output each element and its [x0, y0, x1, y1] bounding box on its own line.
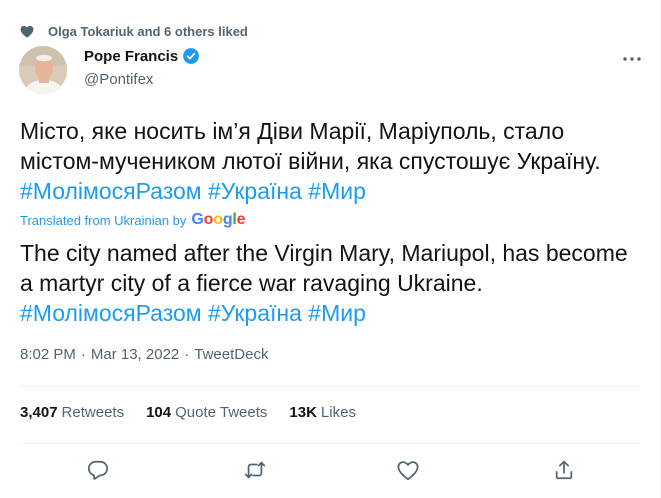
tweet-text-original: Місто, яке носить ім’я Діви Марії, Маріу… [20, 116, 638, 206]
retweets-count: 3,407 [20, 404, 58, 421]
likes-stat[interactable]: 13K Likes [289, 404, 356, 421]
share-icon[interactable] [550, 456, 578, 484]
tweet-meta: 8:02 PM · Mar 13, 2022 · TweetDeck [20, 346, 268, 363]
social-context[interactable]: Olga Tokariuk and 6 others liked [20, 21, 248, 41]
author-name[interactable]: Pope Francis [84, 48, 178, 65]
likes-label: Likes [320, 404, 356, 421]
hashtag-link[interactable]: #Мир [308, 300, 366, 326]
meta-separator: · [80, 346, 86, 363]
hashtag-link[interactable]: #МолімосяРазом [20, 178, 202, 204]
hashtag-link[interactable]: #Мир [308, 178, 366, 204]
tweet-actions [0, 456, 661, 484]
avatar[interactable] [19, 46, 67, 94]
heart-icon [20, 24, 34, 38]
reply-icon[interactable] [84, 456, 112, 484]
tweet-source[interactable]: TweetDeck [194, 346, 268, 363]
hashtag-link[interactable]: #МолімосяРазом [20, 300, 202, 326]
tweet-date[interactable]: Mar 13, 2022 [91, 346, 179, 363]
author-handle[interactable]: @Pontifex [84, 71, 153, 88]
author-name-row[interactable]: Pope Francis [84, 47, 200, 65]
tweet-body-translated: The city named after the Virgin Mary, Ma… [20, 240, 628, 296]
hashtag-link[interactable]: #Україна [208, 178, 302, 204]
translation-attribution[interactable]: Translated from Ukrainian by Google [20, 210, 246, 230]
like-icon[interactable] [394, 456, 422, 484]
retweets-stat[interactable]: 3,407 Retweets [20, 404, 124, 421]
quote-tweets-count: 104 [146, 404, 172, 421]
divider [20, 386, 640, 387]
retweet-icon[interactable] [241, 456, 269, 484]
verified-badge-icon [182, 47, 200, 65]
more-options-icon[interactable] [623, 50, 641, 68]
hashtag-link[interactable]: #Україна [208, 300, 302, 326]
tweet-time[interactable]: 8:02 PM [20, 346, 76, 363]
quote-tweets-label: Quote Tweets [175, 404, 268, 421]
social-context-text: Olga Tokariuk and 6 others liked [48, 23, 248, 39]
meta-separator: · [184, 346, 190, 363]
quote-tweets-stat[interactable]: 104 Quote Tweets [146, 404, 267, 421]
divider [20, 443, 640, 444]
tweet-stats: 3,407 Retweets 104 Quote Tweets 13K Like… [20, 404, 378, 421]
retweets-label: Retweets [61, 404, 125, 421]
tweet-text-translated: The city named after the Virgin Mary, Ma… [20, 238, 638, 328]
tweet-body-original: Місто, яке носить ім’я Діви Марії, Маріу… [20, 118, 601, 174]
likes-count: 13K [289, 404, 317, 421]
google-logo: Google [191, 211, 246, 228]
translation-label: Translated from Ukrainian by [20, 212, 187, 228]
